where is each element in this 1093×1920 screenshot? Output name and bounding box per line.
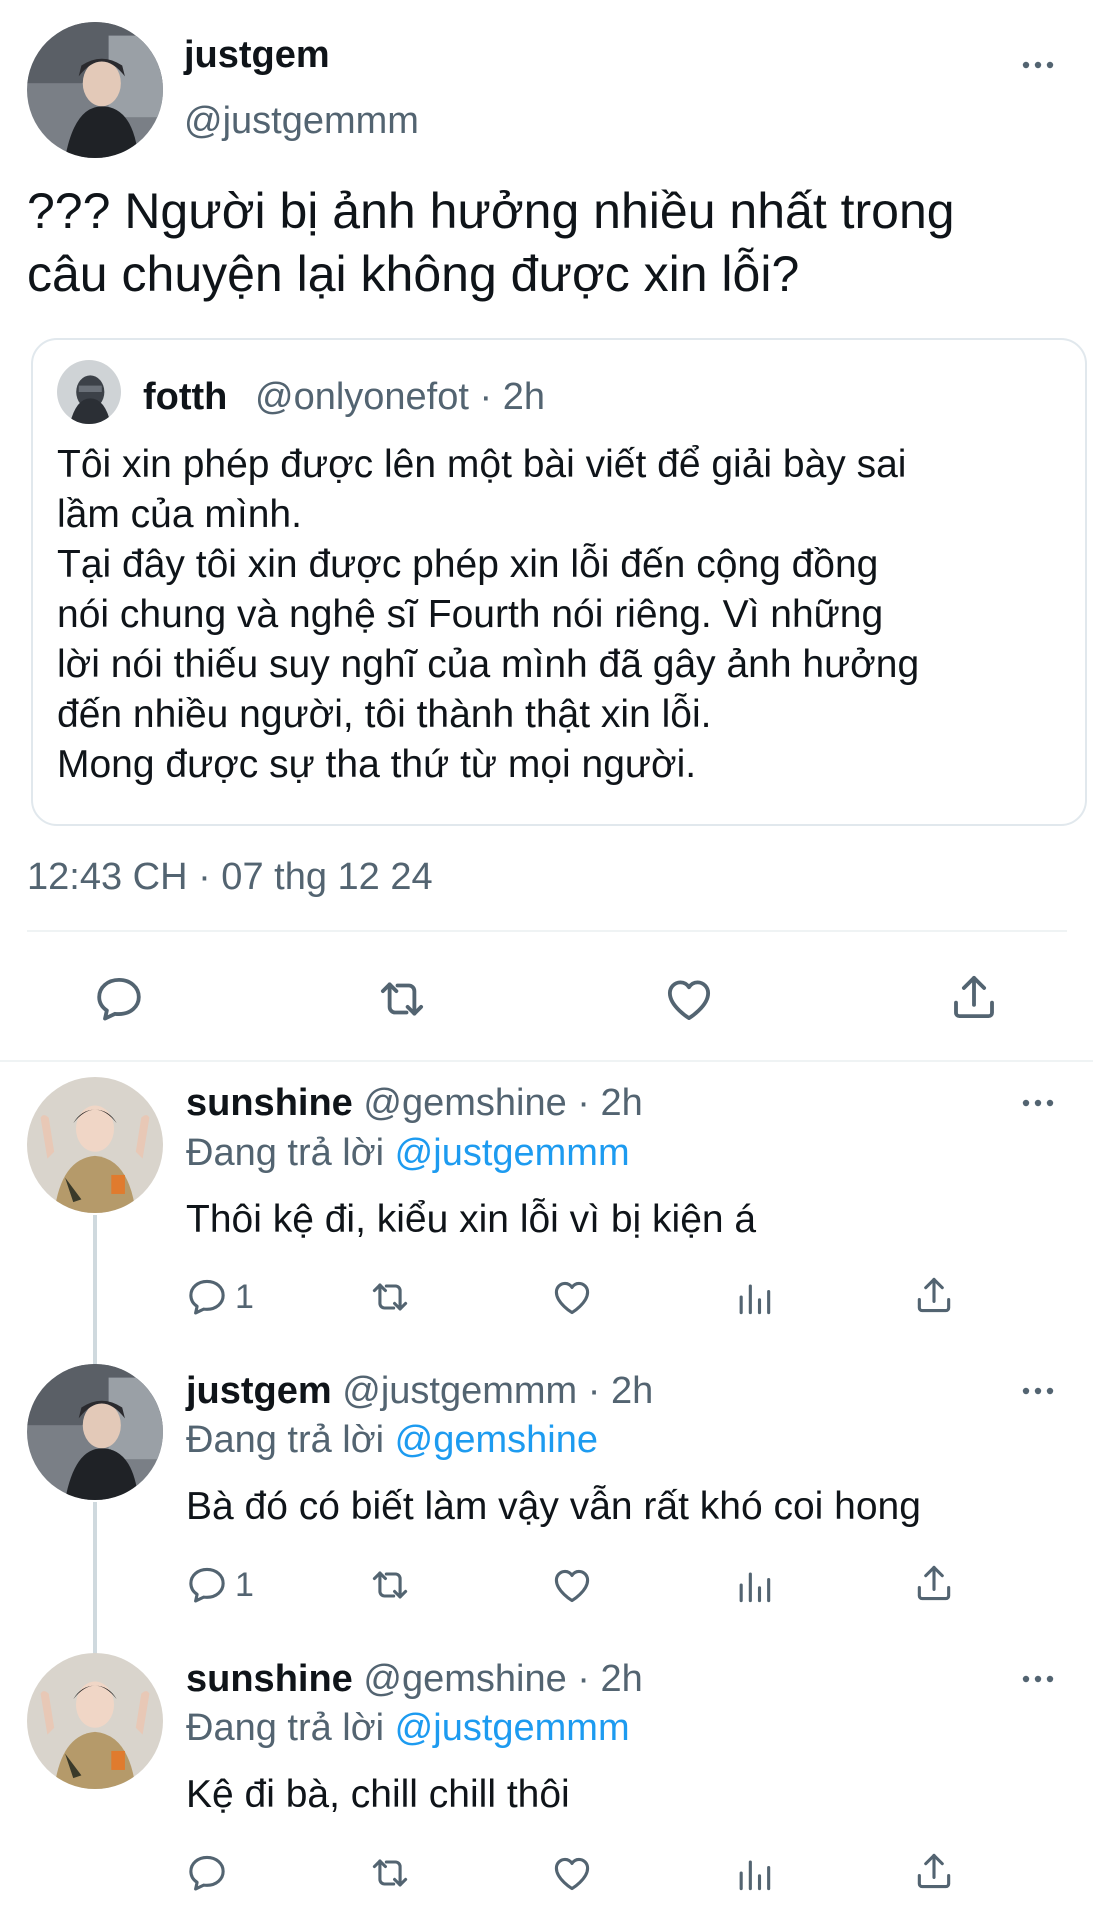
share-icon <box>947 970 1001 1024</box>
reply-text: Bà đó có biết làm vậy vẫn rất khó coi ho… <box>186 1485 921 1528</box>
quoted-author-meta: @onlyonefot · 2h <box>255 376 545 418</box>
views-button[interactable] <box>732 1563 776 1607</box>
retweet-icon <box>368 1563 412 1607</box>
reply-author-meta[interactable]: @justgemmm · 2h <box>342 1370 653 1412</box>
reply-author-avatar[interactable] <box>27 1364 163 1500</box>
reply-author-avatar[interactable] <box>27 1077 163 1213</box>
quoted-author-name: fotth <box>143 376 228 418</box>
main-author-avatar[interactable] <box>27 22 163 158</box>
reply-header: sunshine @gemshine · 2h <box>186 1658 643 1701</box>
reply-author-avatar[interactable] <box>27 1653 163 1789</box>
share-button[interactable] <box>947 970 1001 1024</box>
like-icon <box>550 1563 594 1607</box>
replying-to: Đang trả lời @gemshine <box>186 1419 598 1462</box>
quoted-tweet-card[interactable]: fotth @onlyonefot · 2h Tôi xin phép được… <box>31 338 1087 826</box>
reply-author-name[interactable]: justgem <box>186 1370 332 1412</box>
replying-label: Đang trả lời <box>186 1707 385 1749</box>
tweet-timestamp[interactable]: 12:43 CH · 07 thg 12 24 <box>27 856 433 899</box>
views-button[interactable] <box>732 1851 776 1895</box>
retweet-button[interactable] <box>375 972 429 1026</box>
reply-icon <box>185 1851 229 1895</box>
views-icon <box>732 1275 776 1319</box>
reply-author-meta[interactable]: @gemshine · 2h <box>363 1658 642 1700</box>
reply-header: sunshine @gemshine · 2h <box>186 1082 643 1125</box>
more-options-icon[interactable] <box>1018 1381 1058 1401</box>
views-icon <box>732 1563 776 1607</box>
replying-label: Đang trả lời <box>186 1419 385 1461</box>
replying-to: Đang trả lời @justgemmm <box>186 1132 630 1175</box>
like-button[interactable] <box>662 972 716 1026</box>
retweet-icon <box>375 972 429 1026</box>
like-button[interactable] <box>550 1851 594 1895</box>
share-button[interactable] <box>912 1273 956 1317</box>
reply-button[interactable] <box>92 972 146 1026</box>
more-options-icon[interactable] <box>1018 55 1058 75</box>
views-icon <box>732 1851 776 1895</box>
reply-icon <box>185 1275 229 1319</box>
reply-author-name[interactable]: sunshine <box>186 1082 353 1124</box>
quoted-author-avatar <box>57 360 121 424</box>
share-button[interactable] <box>912 1849 956 1893</box>
retweet-button[interactable] <box>368 1563 412 1607</box>
replying-to: Đang trả lời @justgemmm <box>186 1707 630 1750</box>
more-options-icon[interactable] <box>1018 1093 1058 1113</box>
reply-header: justgem @justgemmm · 2h <box>186 1370 653 1413</box>
main-tweet-text: ??? Người bị ảnh hưởng nhiều nhất trong … <box>27 183 955 302</box>
reply-icon <box>185 1563 229 1607</box>
reply-count: 1 <box>235 1565 254 1604</box>
divider <box>27 930 1067 932</box>
reply-icon <box>92 972 146 1026</box>
reply-text: Kệ đi bà, chill chill thôi <box>186 1773 570 1816</box>
quoted-tweet-text: Tôi xin phép được lên một bài viết để gi… <box>57 443 920 786</box>
reply-author-meta[interactable]: @gemshine · 2h <box>363 1082 642 1124</box>
more-options-icon[interactable] <box>1018 1669 1058 1689</box>
main-author-name[interactable]: justgem <box>184 34 330 77</box>
thread-connector <box>93 1502 97 1657</box>
like-button[interactable] <box>550 1275 594 1319</box>
replying-mention[interactable]: @gemshine <box>395 1419 598 1461</box>
reply-text: Thôi kệ đi, kiểu xin lỗi vì bị kiện á <box>186 1198 757 1241</box>
share-icon <box>912 1273 956 1317</box>
retweet-button[interactable] <box>368 1851 412 1895</box>
like-button[interactable] <box>550 1563 594 1607</box>
replying-mention[interactable]: @justgemmm <box>395 1707 630 1749</box>
reply-button[interactable]: 1 <box>185 1275 254 1319</box>
reply-count: 1 <box>235 1277 254 1316</box>
reply-button[interactable]: 1 <box>185 1563 254 1607</box>
main-author-handle[interactable]: @justgemmm <box>184 100 419 143</box>
share-icon <box>912 1561 956 1605</box>
replying-mention[interactable]: @justgemmm <box>395 1132 630 1174</box>
replying-label: Đang trả lời <box>186 1132 385 1174</box>
reply-button[interactable] <box>185 1851 235 1895</box>
like-icon <box>550 1275 594 1319</box>
retweet-button[interactable] <box>368 1275 412 1319</box>
share-button[interactable] <box>912 1561 956 1605</box>
divider <box>0 1060 1093 1062</box>
thread-connector <box>93 1215 97 1368</box>
views-button[interactable] <box>732 1275 776 1319</box>
share-icon <box>912 1849 956 1893</box>
like-icon <box>662 972 716 1026</box>
reply-author-name[interactable]: sunshine <box>186 1658 353 1700</box>
like-icon <box>550 1851 594 1895</box>
retweet-icon <box>368 1851 412 1895</box>
retweet-icon <box>368 1275 412 1319</box>
